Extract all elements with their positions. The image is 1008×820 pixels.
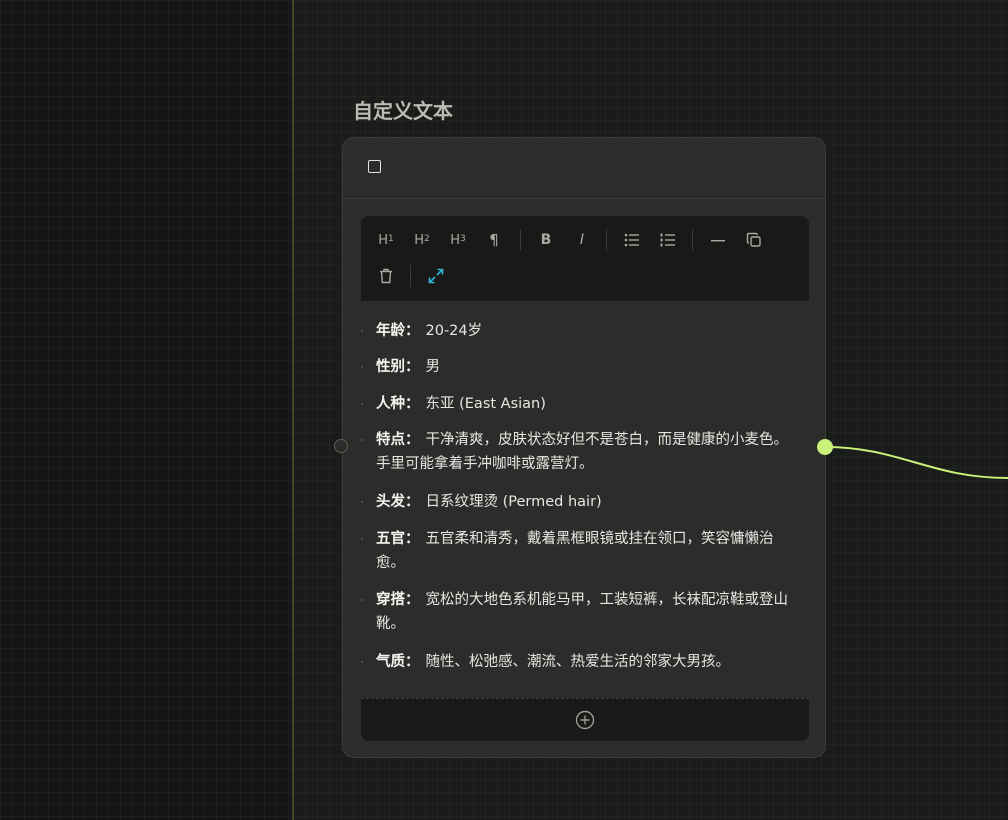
input-port[interactable]	[334, 439, 348, 453]
bullet-list-icon[interactable]	[620, 228, 644, 252]
trash-icon[interactable]	[374, 264, 398, 288]
item-label: 气质：	[376, 654, 420, 670]
toolbar-separator	[692, 229, 693, 251]
toolbar-separator	[410, 265, 411, 287]
output-port[interactable]	[817, 439, 833, 455]
item-value: 男	[425, 359, 441, 375]
item-label: 性别：	[376, 359, 420, 375]
item-value: 干净清爽，皮肤状态好但不是苍白，而是健康的小麦色。手里可能拿着手冲咖啡或露营灯。	[376, 432, 788, 472]
item-label: 五官：	[376, 531, 420, 547]
bullet-dot	[361, 439, 363, 441]
heading-1-button[interactable]: H1	[374, 228, 398, 252]
editor-content[interactable]: 年龄： 20-24岁 性别： 男 人种： 东亚 (East Asian) 特点： 干净清…	[361, 301, 809, 698]
heading-2-button[interactable]: H2	[410, 228, 434, 252]
item-value: 20-24岁	[425, 323, 483, 339]
editor-footer	[361, 698, 809, 741]
paragraph-button[interactable]: ¶	[482, 228, 506, 252]
item-label: 年龄：	[376, 323, 420, 339]
bold-button[interactable]: B	[534, 228, 558, 252]
add-block-icon[interactable]	[575, 710, 595, 730]
list-item: 气质： 随性、松弛感、潮流、热爱生活的邻家大男孩。	[361, 650, 796, 674]
text-node[interactable]: H1 H2 H3 ¶ B I 年龄： 20-24岁 性别： 男 人种： 东亚 (…	[342, 137, 826, 758]
bullet-dot	[361, 403, 363, 405]
ordered-list-icon[interactable]	[656, 228, 680, 252]
bullet-dot	[361, 366, 363, 368]
rich-text-editor[interactable]: H1 H2 H3 ¶ B I 年龄： 20-24岁 性别： 男 人种： 东亚 (…	[361, 216, 809, 741]
item-label: 人种：	[376, 396, 420, 412]
toolbar-separator	[520, 229, 521, 251]
bullet-dot	[361, 599, 363, 601]
horizontal-rule-icon[interactable]	[706, 228, 730, 252]
bullet-dot	[361, 661, 363, 663]
heading-3-button[interactable]: H3	[446, 228, 470, 252]
item-value: 宽松的大地色系机能马甲，工装短裤，长袜配凉鞋或登山靴。	[376, 592, 788, 632]
group-divider	[292, 0, 294, 820]
list-item: 年龄： 20-24岁	[361, 319, 796, 343]
item-value: 五官柔和清秀，戴着黑框眼镜或挂在领口，笑容慵懒治愈。	[376, 531, 774, 571]
item-value: 随性、松弛感、潮流、热爱生活的邻家大男孩。	[425, 654, 731, 670]
bullet-dot	[361, 330, 363, 332]
node-header	[343, 138, 825, 199]
item-label: 穿搭：	[376, 592, 420, 608]
list-item: 特点： 干净清爽，皮肤状态好但不是苍白，而是健康的小麦色。手里可能拿着手冲咖啡或露…	[361, 428, 796, 476]
list-item: 性别： 男	[361, 355, 796, 379]
toolbar-separator	[606, 229, 607, 251]
item-value: 日系纹理烫 (Permed hair)	[425, 494, 602, 510]
bullet-dot	[361, 538, 363, 540]
italic-button[interactable]: I	[570, 228, 594, 252]
list-item: 头发： 日系纹理烫 (Permed hair)	[361, 490, 796, 514]
list-item: 五官： 五官柔和清秀，戴着黑框眼镜或挂在领口，笑容慵懒治愈。	[361, 527, 796, 575]
bullet-dot	[361, 501, 363, 503]
list-item: 穿搭： 宽松的大地色系机能马甲，工装短裤，长袜配凉鞋或登山靴。	[361, 588, 796, 636]
expand-icon[interactable]	[424, 264, 448, 288]
node-title: 自定义文本	[353, 99, 453, 123]
item-value: 东亚 (East Asian)	[425, 396, 546, 412]
item-label: 特点：	[376, 432, 420, 448]
list-item: 人种： 东亚 (East Asian)	[361, 392, 796, 416]
copy-icon[interactable]	[742, 228, 766, 252]
item-label: 头发：	[376, 494, 420, 510]
square-icon[interactable]	[368, 160, 381, 173]
editor-toolbar: H1 H2 H3 ¶ B I	[361, 216, 809, 301]
